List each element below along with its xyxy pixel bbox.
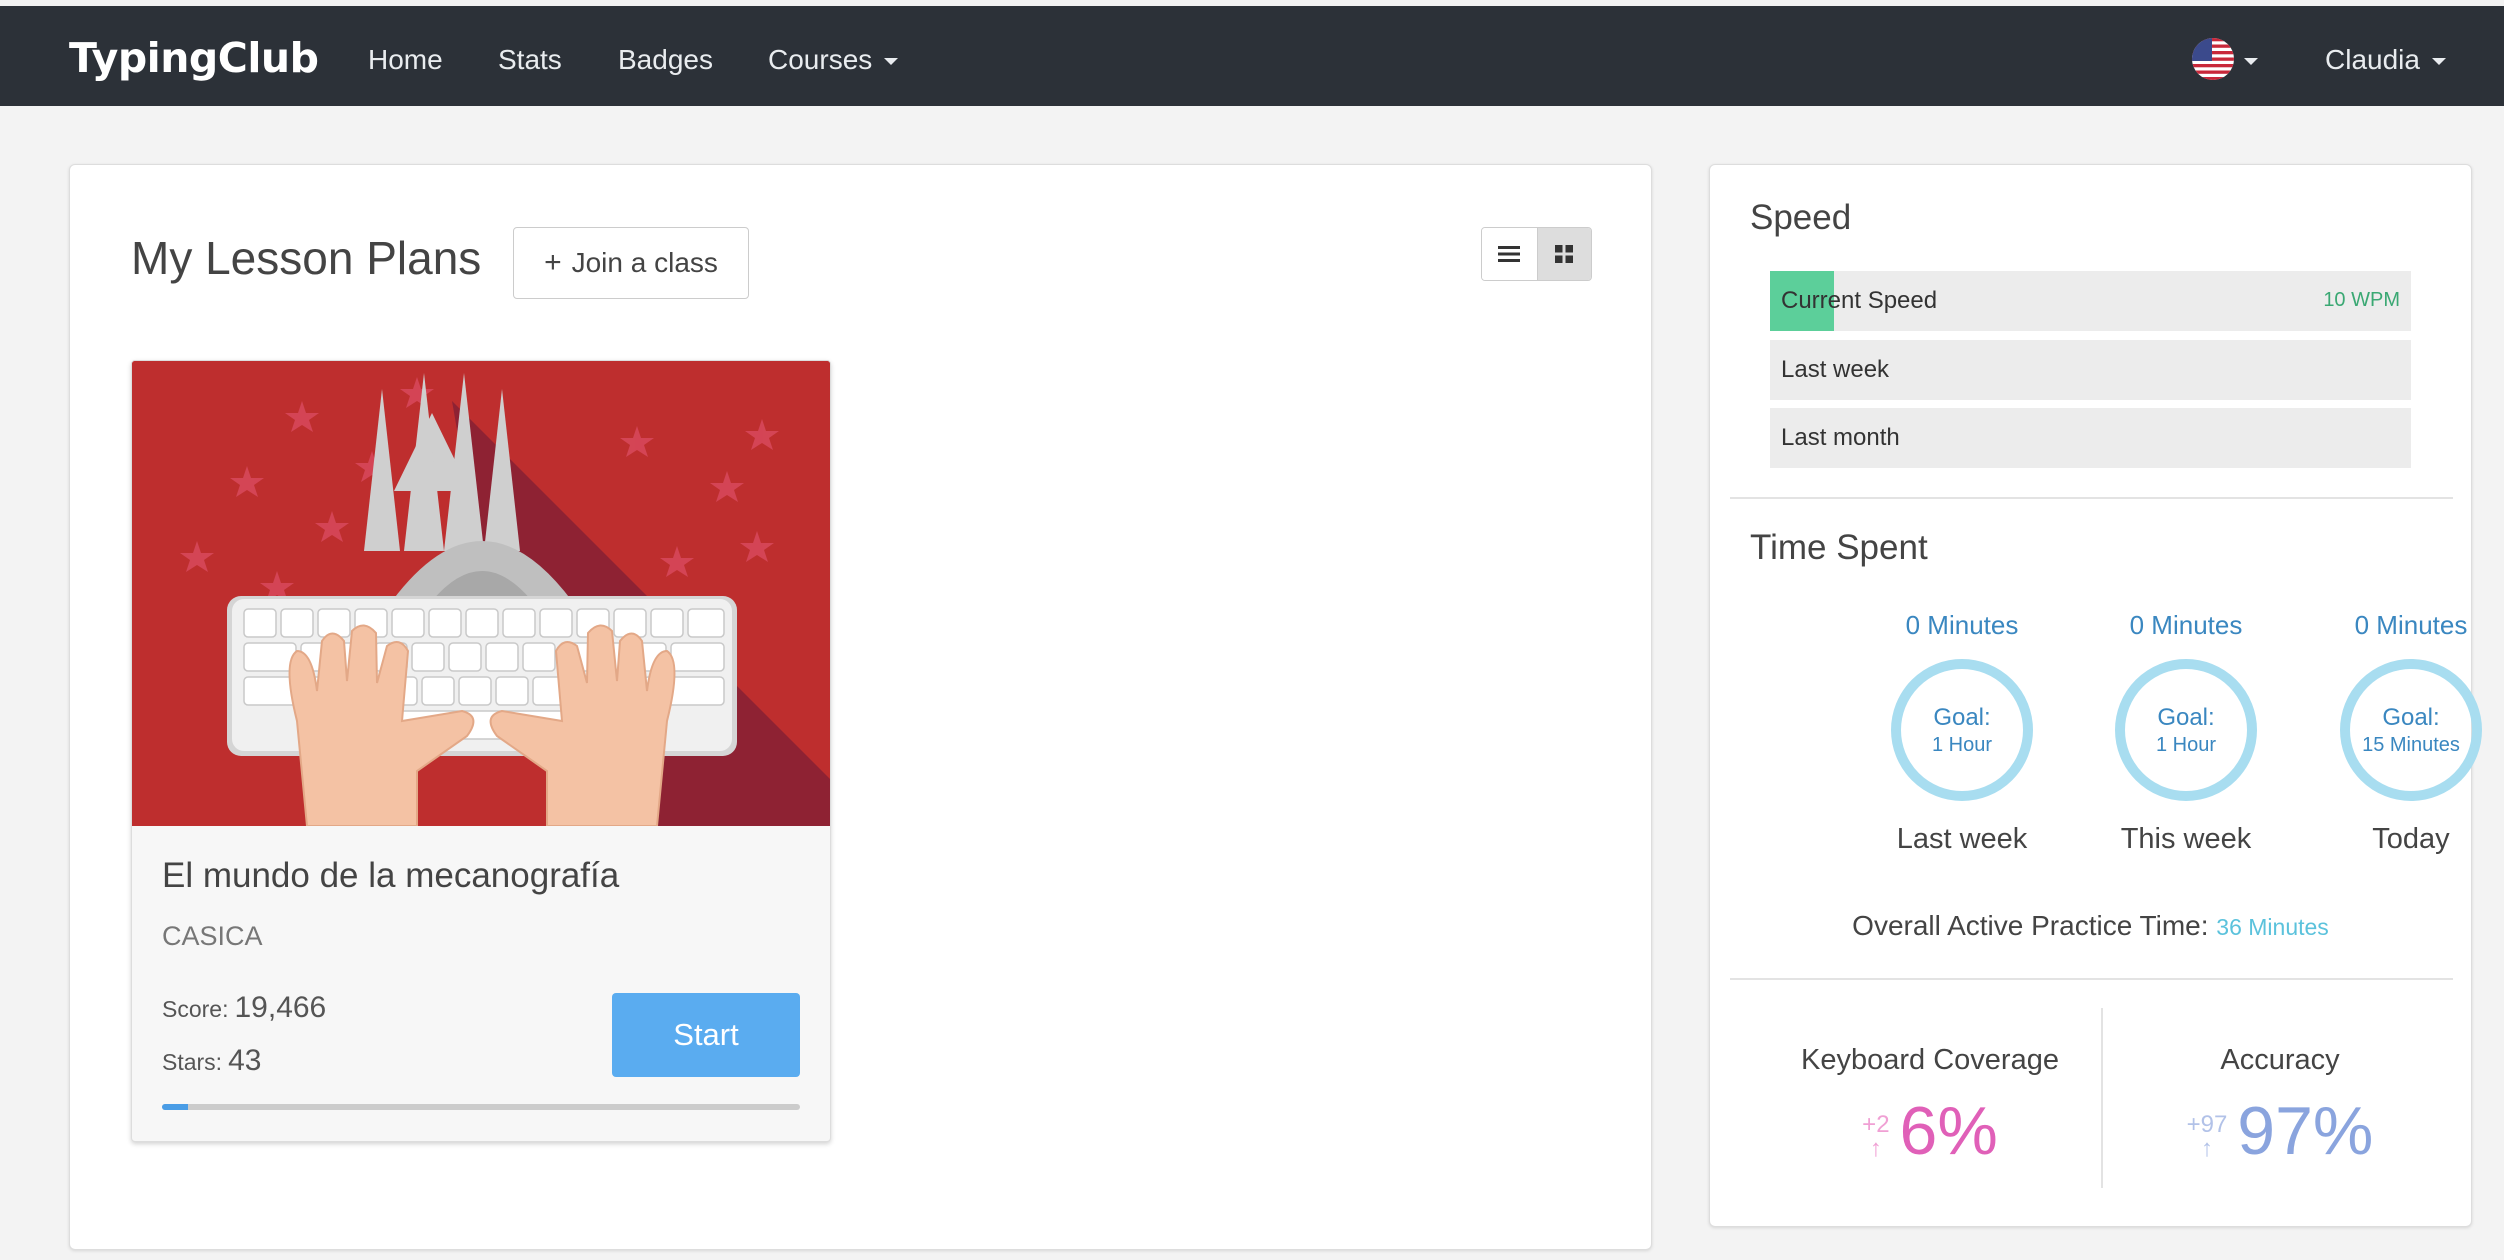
- time-spent-title: Time Spent: [1750, 528, 1928, 567]
- top-navbar: TypingClub Home Stats Badges Courses Cla…: [0, 0, 2504, 106]
- metric-divider: [2101, 1008, 2103, 1188]
- speed-row-value: 10 WPM: [2323, 289, 2400, 311]
- lesson-progress-fill: [162, 1104, 188, 1110]
- keyboard-coverage-title: Keyboard Coverage: [1801, 1044, 2059, 1076]
- time-period-label: Last week: [1896, 823, 2028, 855]
- grid-view-icon[interactable]: [1536, 228, 1591, 280]
- speed-row-label: Current Speed: [1781, 287, 1938, 314]
- nav-courses[interactable]: Courses: [768, 44, 899, 76]
- speed-row-last-week: Last week: [1770, 340, 2411, 400]
- start-button[interactable]: Start: [612, 993, 800, 1077]
- lesson-title[interactable]: El mundo de la mecanografía: [162, 856, 619, 896]
- time-minutes: 0 Minutes: [1905, 610, 2019, 640]
- overall-label: Overall Active Practice Time:: [1852, 910, 2209, 941]
- speed-row-last-month: Last month: [1770, 408, 2411, 468]
- accuracy-title: Accuracy: [2220, 1044, 2340, 1076]
- caret-down-icon: [884, 58, 899, 66]
- nav-badges[interactable]: Badges: [618, 44, 713, 76]
- speed-row-current: Current Speed 10 WPM: [1770, 271, 2411, 331]
- coverage-delta: +2 ↑: [1862, 1113, 1889, 1161]
- user-menu[interactable]: Claudia: [2325, 44, 2446, 76]
- keyboard-coverage-metric: Keyboard Coverage +2 ↑ 6%: [1755, 1008, 2105, 1165]
- section-divider: [1730, 978, 2453, 980]
- lesson-card[interactable]: El mundo de la mecanografía CASICA Score…: [131, 360, 831, 1142]
- overall-value: 36 Minutes: [2216, 914, 2329, 940]
- time-col-last-week: 0 Minutes Goal: 1 Hour Last week: [1862, 610, 2062, 856]
- stats-panel: Speed Current Speed 10 WPM Last week Las…: [1709, 164, 2482, 1227]
- time-period-label: This week: [2120, 823, 2252, 855]
- flag-us-icon[interactable]: [2192, 38, 2234, 80]
- goal-value: 1 Hour: [2155, 733, 2217, 756]
- join-class-button[interactable]: + Join a class: [513, 227, 749, 299]
- arrow-up-icon: ↑: [2200, 1135, 2213, 1162]
- goal-ring: Goal: 15 Minutes: [2340, 659, 2482, 801]
- lesson-progress-bar: [162, 1104, 800, 1110]
- speed-title: Speed: [1750, 198, 1852, 237]
- language-caret-icon[interactable]: [2244, 58, 2258, 65]
- keyboard-coverage-value-group: +2 ↑ 6%: [1755, 1097, 2105, 1165]
- arrow-up-icon: ↑: [1869, 1135, 1882, 1162]
- accuracy-delta-value: +97: [2186, 1111, 2228, 1138]
- goal-value: 1 Hour: [1931, 733, 1993, 756]
- time-col-this-week: 0 Minutes Goal: 1 Hour This week: [2086, 610, 2286, 856]
- goal-label: Goal:: [2157, 703, 2215, 731]
- goal-label: Goal:: [1933, 703, 1991, 731]
- join-class-label: Join a class: [571, 247, 718, 278]
- accuracy-metric: Accuracy +97 ↑ 97%: [2105, 1008, 2455, 1165]
- lesson-illustration: [132, 361, 830, 827]
- accuracy-delta: +97 ↑: [2187, 1113, 2228, 1161]
- lesson-subtitle: CASICA: [162, 921, 263, 951]
- coverage-value: 6%: [1899, 1093, 1998, 1169]
- user-name: Claudia: [2325, 44, 2420, 75]
- goal-value: 15 Minutes: [2362, 733, 2460, 756]
- section-divider: [1730, 497, 2453, 499]
- time-minutes: 0 Minutes: [2354, 610, 2468, 640]
- goal-ring: Goal: 1 Hour: [2115, 659, 2257, 801]
- score-label: Score:: [162, 996, 229, 1022]
- time-minutes: 0 Minutes: [2129, 610, 2243, 640]
- goal-ring: Goal: 1 Hour: [1891, 659, 2033, 801]
- plus-icon: +: [544, 246, 562, 279]
- caret-down-icon: [2431, 58, 2446, 66]
- score-stat: Score: 19,466: [162, 991, 326, 1025]
- nav-courses-label: Courses: [768, 44, 873, 75]
- view-toggle: [1481, 227, 1592, 281]
- time-period-label: Today: [2372, 823, 2450, 855]
- list-view-icon[interactable]: [1482, 228, 1537, 280]
- coverage-delta-value: +2: [1862, 1111, 1890, 1138]
- speed-row-label: Last month: [1781, 424, 1900, 451]
- page-title: My Lesson Plans: [131, 232, 482, 284]
- stars-value: 43: [228, 1044, 262, 1077]
- accuracy-value-group: +97 ↑ 97%: [2105, 1097, 2455, 1165]
- nav-stats[interactable]: Stats: [498, 44, 562, 76]
- stars-stat: Stars: 43: [162, 1044, 261, 1078]
- lesson-plans-panel: My Lesson Plans + Join a class El mundo …: [69, 164, 1652, 1250]
- time-col-today: 0 Minutes Goal: 15 Minutes Today: [2311, 610, 2504, 856]
- speed-row-label: Last week: [1781, 356, 1890, 383]
- nav-home[interactable]: Home: [368, 44, 443, 76]
- accuracy-value: 97%: [2237, 1093, 2374, 1169]
- brand-logo[interactable]: TypingClub: [69, 34, 319, 82]
- stars-label: Stars:: [162, 1049, 223, 1075]
- score-value: 19,466: [234, 991, 327, 1024]
- goal-label: Goal:: [2382, 703, 2440, 731]
- overall-practice-time: Overall Active Practice Time: 36 Minutes: [1710, 910, 2471, 942]
